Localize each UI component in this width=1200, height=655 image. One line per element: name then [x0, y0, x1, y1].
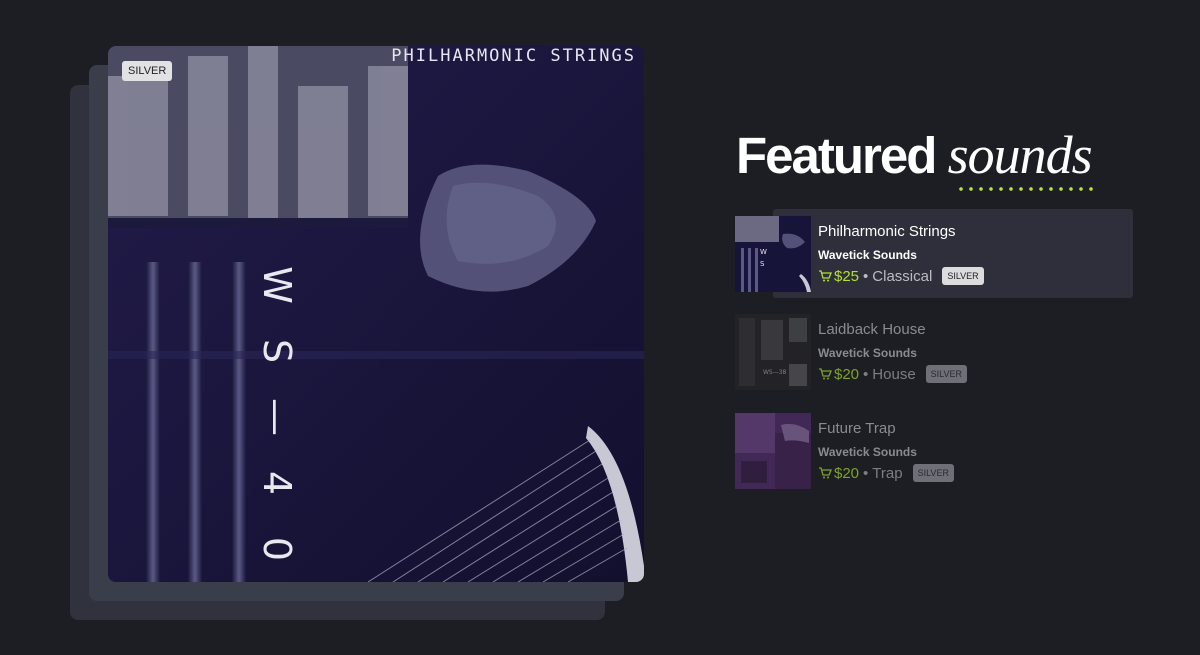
sound-label[interactable]: Wavetick Sounds: [818, 445, 917, 459]
heading-bold: Featured: [736, 127, 937, 184]
sound-thumbnail[interactable]: WS—38: [735, 314, 811, 390]
featured-cover-art[interactable]: PHILHARMONIC STRINGS SILVER W S — 4 0: [108, 46, 644, 582]
separator-dot: •: [863, 365, 869, 383]
heading-italic: sounds: [947, 125, 1093, 185]
cover-code-char: —: [255, 398, 299, 436]
sound-thumbnail[interactable]: W S: [735, 216, 811, 292]
separator-dot: •: [863, 267, 869, 285]
cover-title: PHILHARMONIC STRINGS: [391, 46, 636, 66]
svg-text:W: W: [760, 248, 767, 256]
heading-underline-dots: [956, 186, 1096, 192]
sound-name[interactable]: Philharmonic Strings: [818, 223, 956, 240]
sound-meta: $20 • Trap SILVER: [818, 464, 954, 482]
cover-code: W S — 4 0: [254, 266, 299, 568]
sound-price[interactable]: $20: [834, 366, 859, 383]
sound-genre: House: [872, 365, 916, 383]
sound-list-item[interactable]: WS—38 Laidback House Wavetick Sounds $20…: [735, 314, 1135, 392]
cart-icon[interactable]: [818, 467, 832, 479]
sound-list-item[interactable]: W S Philharmonic Strings Wavetick Sounds…: [735, 209, 1135, 298]
svg-text:WS—38: WS—38: [763, 369, 787, 376]
tier-badge: SILVER: [912, 464, 954, 482]
sound-label[interactable]: Wavetick Sounds: [818, 346, 917, 360]
cover-code-char: 0: [255, 536, 299, 562]
sound-price[interactable]: $25: [834, 268, 859, 285]
cover-code-char: S: [255, 338, 299, 364]
sound-meta: $25 • Classical SILVER: [818, 267, 984, 285]
cart-icon[interactable]: [818, 270, 832, 282]
section-heading: Featured sounds: [736, 125, 1093, 185]
sound-genre: Classical: [872, 267, 933, 285]
cover-code-char: 4: [255, 470, 299, 496]
sound-list-item[interactable]: Future Trap Wavetick Sounds $20 • Trap S…: [735, 413, 1135, 491]
sound-thumbnail[interactable]: [735, 413, 811, 489]
sound-name[interactable]: Laidback House: [818, 321, 926, 338]
tier-badge: SILVER: [942, 267, 984, 285]
svg-text:S: S: [760, 260, 765, 268]
sound-meta: $20 • House SILVER: [818, 365, 968, 383]
sound-label[interactable]: Wavetick Sounds: [818, 248, 917, 262]
sound-genre: Trap: [872, 464, 903, 482]
cover-code-char: W: [254, 266, 299, 304]
cover-tier-badge: SILVER: [122, 61, 173, 81]
tier-badge: SILVER: [925, 365, 968, 383]
separator-dot: •: [863, 464, 869, 482]
sound-name[interactable]: Future Trap: [818, 420, 896, 437]
sound-price[interactable]: $20: [834, 465, 859, 482]
cover-artwork: [108, 46, 644, 582]
cart-icon[interactable]: [818, 368, 832, 380]
